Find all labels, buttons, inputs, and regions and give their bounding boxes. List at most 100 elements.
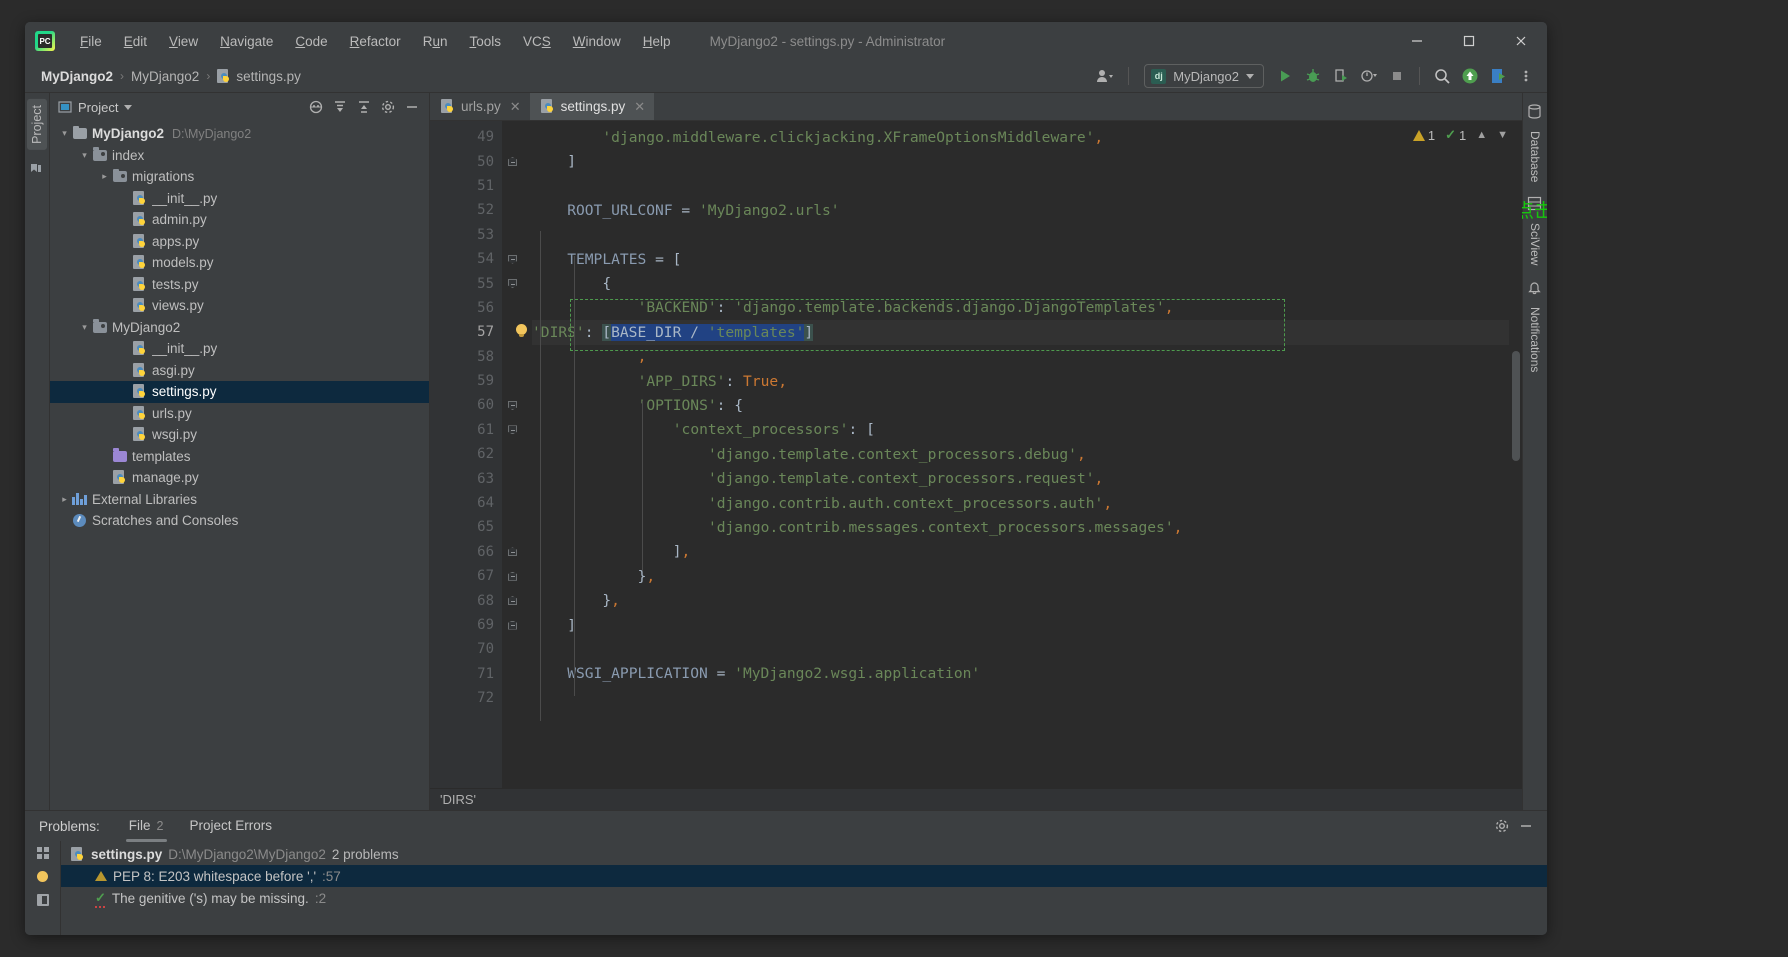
menu-item-refactor[interactable]: Refactor [339,30,412,53]
tab-file[interactable]: File 2 [116,813,177,842]
code-line[interactable]: 'OPTIONS': { [532,393,1522,417]
problems-file-row[interactable]: settings.py D:\MyDjango2\MyDjango2 2 probl… [61,843,1547,865]
problems-list[interactable]: settings.py D:\MyDjango2\MyDjango2 2 probl… [61,841,1547,935]
project-tree[interactable]: ▾ MyDjango2 D:\MyDjango2 ▾ index ▸ migrations _… [50,121,429,810]
run-icon[interactable] [1272,64,1298,88]
close-icon[interactable]: ✕ [634,99,645,115]
minimize-button[interactable] [1391,22,1443,60]
menu-item-file[interactable]: File [69,30,113,53]
maximize-button[interactable] [1443,22,1495,60]
hide-panel-icon[interactable] [1515,815,1537,837]
code-line[interactable]: { [532,271,1522,295]
tree-item-migrations[interactable]: ▸ migrations [50,166,429,188]
rail-item-project[interactable]: Project [27,99,47,150]
code-line[interactable]: 'APP_DIRS': True, [532,369,1522,393]
code-line[interactable]: 'django.contrib.messages.context_process… [532,515,1522,539]
problems-item-row[interactable]: ✓ The genitive ('s) may be missing.:2 [61,887,1547,909]
notifications-icon[interactable] [1527,280,1543,296]
code-line[interactable]: }, [532,588,1522,612]
warning-count[interactable]: 1 [1412,128,1435,143]
code-line[interactable]: TEMPLATES = [ [532,247,1522,271]
tree-item-views-py[interactable]: views.py [50,295,429,317]
menu-item-vcs[interactable]: VCS [512,30,562,53]
next-problem-icon[interactable]: ▼ [1497,129,1508,141]
tree-item---init---py[interactable]: __init__.py [50,188,429,210]
code-line[interactable]: , [532,345,1522,369]
code-line[interactable] [532,223,1522,247]
tree-item-settings-py[interactable]: settings.py [50,381,429,403]
tree-item-manage-py[interactable]: manage.py [50,467,429,489]
rail-item-notifications[interactable]: Notifications [1525,300,1545,379]
code-line[interactable]: 'context_processors': [ [532,418,1522,442]
menu-item-navigate[interactable]: Navigate [209,30,284,53]
editor-scrollbar[interactable] [1509,121,1522,788]
more-options-icon[interactable] [1513,64,1539,88]
menu-item-view[interactable]: View [158,30,209,53]
menu-item-tools[interactable]: Tools [458,30,512,53]
breadcrumb-module[interactable]: MyDjango2 [127,67,203,86]
tree-item-models-py[interactable]: models.py [50,252,429,274]
tree-item-tests-py[interactable]: tests.py [50,274,429,296]
code-line[interactable]: ], [532,540,1522,564]
tree-item-scratches-and-consoles[interactable]: Scratches and Consoles [50,510,429,532]
chevron-down-icon[interactable]: ▾ [58,128,71,139]
problems-item-row[interactable]: PEP 8: E203 whitespace before ',':57 [61,865,1547,887]
code-line[interactable]: 'DIRS': [BASE_DIR / 'templates'] [532,320,1522,345]
tree-item-templates[interactable]: templates [50,446,429,468]
bulb-icon[interactable] [37,871,48,882]
menu-item-help[interactable]: Help [632,30,682,53]
code-line[interactable]: ROOT_URLCONF = 'MyDjango2.urls' [532,198,1522,222]
tree-item-index[interactable]: ▾ index [50,145,429,167]
database-icon[interactable] [1527,104,1543,120]
group-icon[interactable] [36,847,49,859]
settings-icon[interactable] [1491,815,1513,837]
code-line[interactable]: WSGI_APPLICATION = 'MyDjango2.wsgi.appli… [532,662,1522,686]
code-line[interactable]: 'BACKEND': 'django.template.backends.dja… [532,296,1522,320]
code-line[interactable] [532,637,1522,661]
debug-icon[interactable] [1300,64,1326,88]
tree-item-mydjango2[interactable]: ▾ MyDjango2 D:\MyDjango2 [50,123,429,145]
code-line[interactable]: 'django.template.context_processors.requ… [532,466,1522,490]
locate-icon[interactable] [305,96,327,118]
chevron-down-icon[interactable] [124,104,133,110]
tab-project-errors[interactable]: Project Errors [177,813,286,839]
user-dropdown-icon[interactable] [1093,64,1119,88]
code-line[interactable]: 'django.template.context_processors.debu… [532,442,1522,466]
menu-item-code[interactable]: Code [284,30,338,53]
code-line[interactable]: }, [532,564,1522,588]
tree-item-admin-py[interactable]: admin.py [50,209,429,231]
code-line[interactable]: 'django.middleware.clickjacking.XFrameOp… [532,125,1522,149]
settings-icon[interactable] [377,96,399,118]
code-line[interactable]: ] [532,613,1522,637]
code-content[interactable]: 'django.middleware.clickjacking.XFrameOp… [502,121,1522,788]
previous-problem-icon[interactable]: ▲ [1476,129,1487,141]
code-line[interactable] [532,174,1522,198]
intention-bulb-icon[interactable] [514,324,528,342]
coverage-icon[interactable] [1328,64,1354,88]
update-icon[interactable] [1457,64,1483,88]
chevron-down-icon[interactable]: ▾ [78,150,91,161]
sciview-icon[interactable] [1527,196,1543,212]
profile-icon[interactable] [1356,64,1382,88]
editor-tab-settings-py[interactable]: settings.py ✕ [529,93,655,120]
line-number-gutter[interactable]: 49 50 51 52 53 54 55 56 57 58 59 60 61 62 63 64 65 66 67 68… [430,121,517,788]
code-line[interactable]: ] [532,149,1522,173]
tree-item-external-libraries[interactable]: ▸ External Libraries [50,489,429,511]
tree-item---init---py[interactable]: __init__.py [50,338,429,360]
stop-icon[interactable] [1384,64,1410,88]
editor-scrollbar-thumb[interactable] [1512,351,1520,461]
chevron-right-icon[interactable]: ▸ [98,171,111,182]
code-line[interactable]: 'django.contrib.auth.context_processors.… [532,491,1522,515]
hide-panel-icon[interactable] [401,96,423,118]
rail-item-database[interactable]: Database [1525,124,1545,189]
collapse-all-icon[interactable] [353,96,375,118]
tree-item-mydjango2[interactable]: ▾ MyDjango2 [50,317,429,339]
rail-item-sciview[interactable]: SciView [1525,216,1545,272]
search-icon[interactable] [1429,64,1455,88]
chevron-right-icon[interactable]: ▸ [58,494,71,505]
tree-item-wsgi-py[interactable]: wsgi.py [50,424,429,446]
chevron-down-icon[interactable]: ▾ [78,322,91,333]
check-count[interactable]: ✓ 1 [1445,127,1466,143]
menu-item-edit[interactable]: Edit [113,30,158,53]
breadcrumb-project[interactable]: MyDjango2 [37,67,117,86]
